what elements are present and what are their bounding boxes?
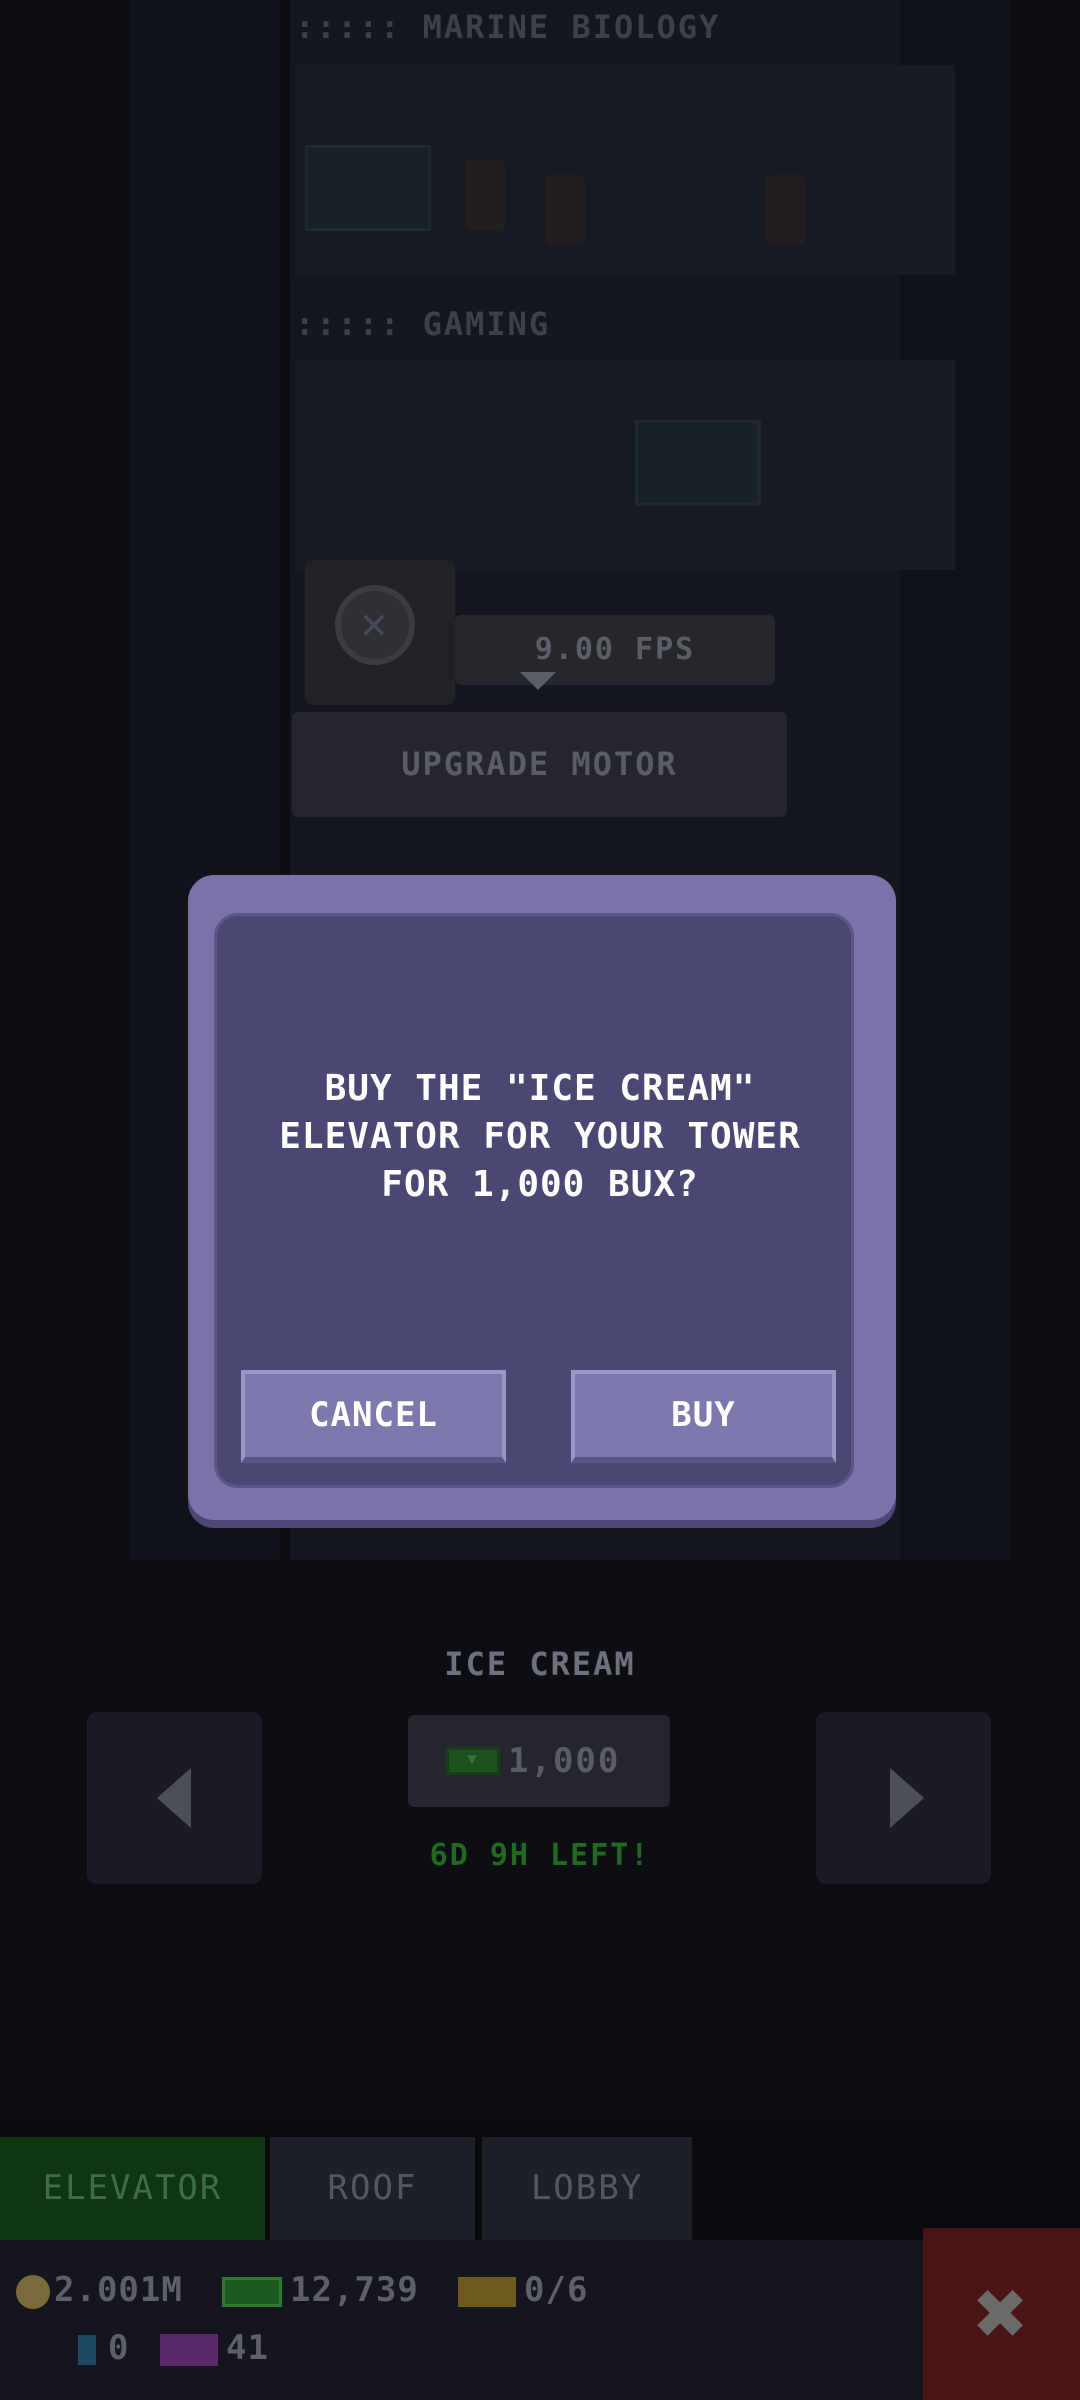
dialog-line-3: FOR 1,000 BUX? xyxy=(381,1164,699,1205)
dialog-line-2: ELEVATOR FOR YOUR TOWER xyxy=(279,1116,801,1157)
buy-button[interactable]: BUY xyxy=(571,1370,836,1463)
dialog-line-1: BUY THE "ICE CREAM" xyxy=(324,1068,756,1109)
cancel-button[interactable]: CANCEL xyxy=(241,1370,506,1463)
purchase-dialog-message: BUY THE "ICE CREAM" ELEVATOR FOR YOUR TO… xyxy=(214,1065,866,1209)
